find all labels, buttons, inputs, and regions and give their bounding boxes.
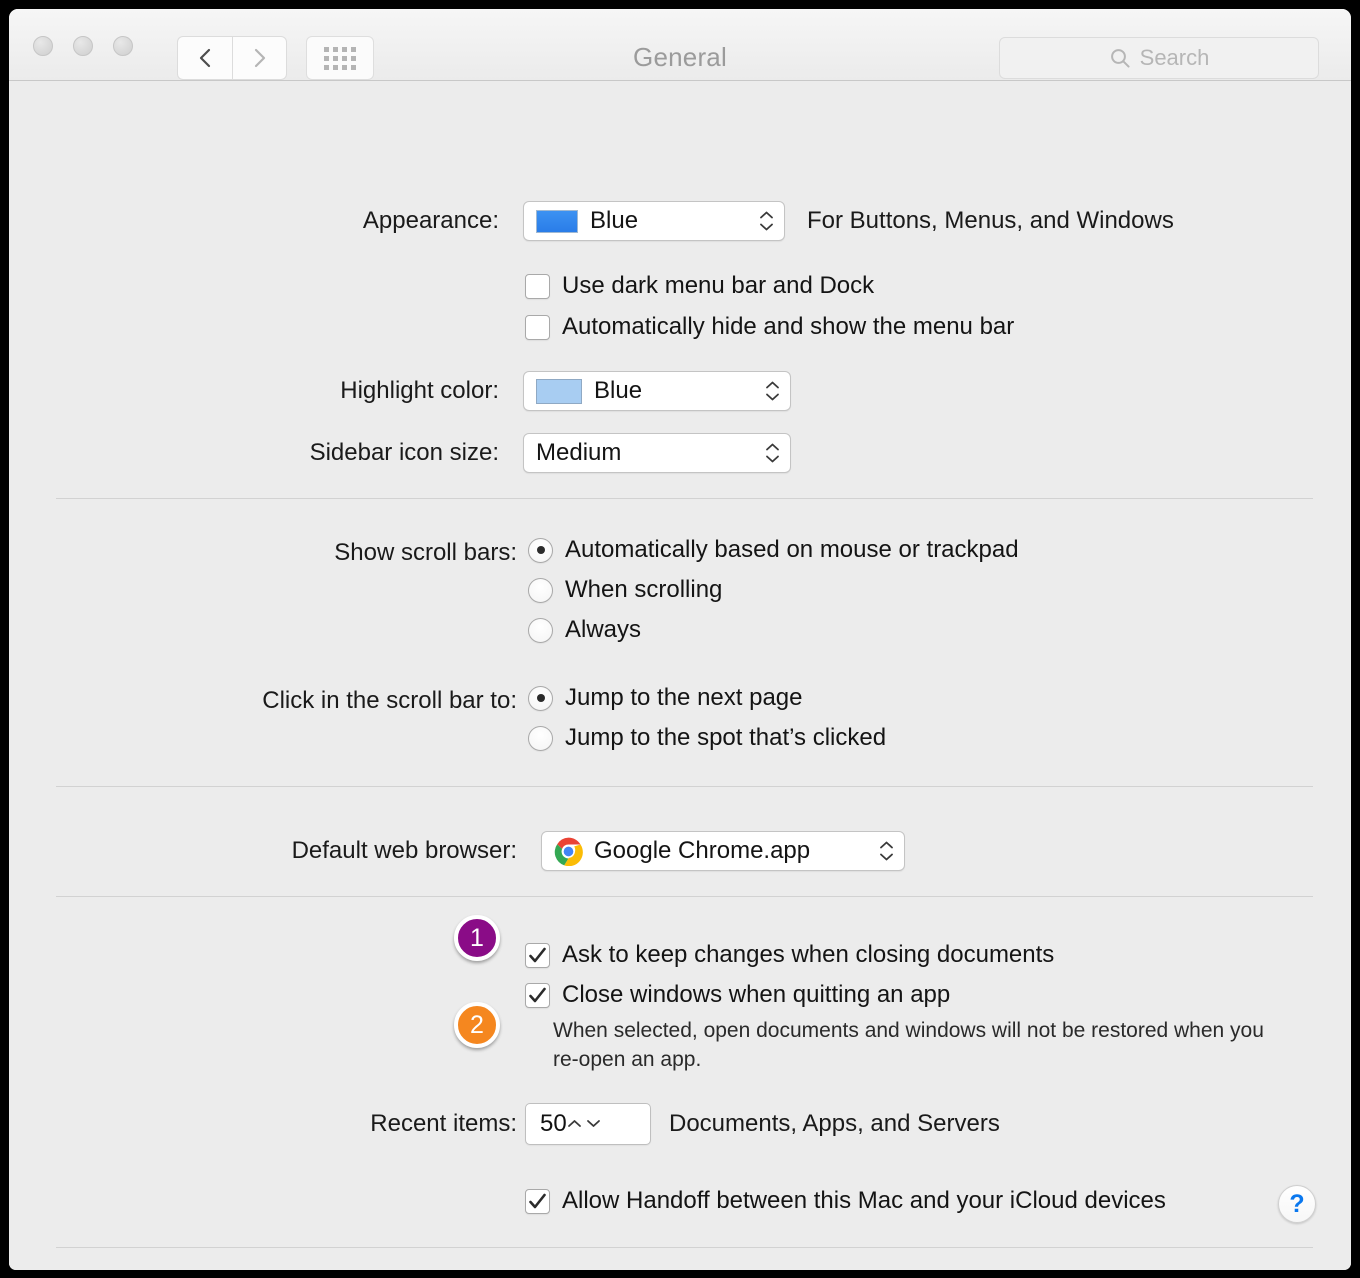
show-scroll-bars-label: Show scroll bars: — [297, 539, 517, 567]
appearance-label: Appearance: — [339, 207, 499, 235]
sidebar-icon-size-label: Sidebar icon size: — [294, 439, 499, 467]
radio-label: Jump to the next page — [565, 684, 803, 712]
help-button[interactable]: ? — [1278, 1185, 1316, 1223]
highlight-color-swatch — [536, 379, 582, 404]
recent-items-stepper[interactable]: 50 — [525, 1103, 651, 1145]
checkbox-close-windows-quitting[interactable]: Close windows when quitting an app — [525, 981, 950, 1009]
checkbox-box[interactable] — [525, 315, 550, 340]
checkbox-label: Automatically hide and show the menu bar — [562, 313, 1014, 341]
radio-button[interactable] — [528, 726, 553, 751]
checkmark-icon — [528, 947, 547, 964]
section-divider-1 — [56, 498, 1313, 499]
checkbox-label: Allow Handoff between this Mac and your … — [562, 1187, 1166, 1215]
chevron-updown-icon — [765, 381, 780, 402]
checkbox-auto-hide-menu-bar[interactable]: Automatically hide and show the menu bar — [525, 313, 1014, 341]
checkbox-label: Use dark menu bar and Dock — [562, 272, 874, 300]
highlight-color-popup-button[interactable]: Blue — [523, 371, 791, 411]
search-input[interactable]: Search — [999, 37, 1319, 79]
appearance-row: Appearance: Blue For Buttons, Menus, and… — [339, 201, 1174, 241]
annotation-badge-1: 1 — [454, 915, 500, 961]
annotation-badge-2: 2 — [454, 1002, 500, 1048]
chevron-updown-icon — [759, 211, 774, 232]
checkbox-use-dark-menu-bar[interactable]: Use dark menu bar and Dock — [525, 272, 874, 300]
recent-items-label: Recent items: — [339, 1110, 517, 1138]
appearance-trailing-text: For Buttons, Menus, and Windows — [807, 207, 1174, 235]
highlight-color-row: Highlight color: Blue — [322, 371, 791, 411]
section-divider-4 — [56, 1247, 1313, 1248]
checkbox-box[interactable] — [525, 943, 550, 968]
recent-items-trailing-text: Documents, Apps, and Servers — [669, 1110, 1000, 1138]
radio-label: Automatically based on mouse or trackpad — [565, 536, 1019, 564]
highlight-color-label: Highlight color: — [322, 377, 499, 405]
checkmark-icon — [528, 1193, 547, 1210]
system-preferences-window: General Search Appearance: Blue For Butt… — [9, 9, 1351, 1270]
default-web-browser-value: Google Chrome.app — [594, 837, 810, 865]
radio-scrollbar-when-scrolling[interactable]: When scrolling — [528, 576, 722, 604]
recent-items-value: 50 — [540, 1110, 567, 1138]
radio-jump-next-page[interactable]: Jump to the next page — [528, 684, 803, 712]
checkbox-label: Close windows when quitting an app — [562, 981, 950, 1009]
help-glyph: ? — [1289, 1190, 1304, 1219]
window-toolbar: General Search — [9, 9, 1351, 81]
default-web-browser-label: Default web browser: — [245, 837, 517, 865]
radio-label: When scrolling — [565, 576, 722, 604]
radio-label: Jump to the spot that’s clicked — [565, 724, 886, 752]
chevron-updown-icon — [765, 443, 780, 464]
checkbox-allow-handoff[interactable]: Allow Handoff between this Mac and your … — [525, 1187, 1166, 1215]
appearance-color-swatch — [536, 210, 578, 233]
radio-button[interactable] — [528, 618, 553, 643]
checkbox-box[interactable] — [525, 983, 550, 1008]
section-divider-2 — [56, 786, 1313, 787]
recent-items-row: Recent items: 50 Documents, Apps, and Se… — [339, 1103, 1000, 1145]
checkbox-ask-to-keep-changes[interactable]: Ask to keep changes when closing documen… — [525, 941, 1054, 969]
chrome-icon — [554, 837, 583, 866]
chevron-updown-icon[interactable] — [567, 1115, 601, 1133]
radio-button[interactable] — [528, 686, 553, 711]
radio-label: Always — [565, 616, 641, 644]
sidebar-icon-size-row: Sidebar icon size: Medium — [294, 433, 791, 473]
checkbox-box[interactable] — [525, 274, 550, 299]
radio-jump-to-spot[interactable]: Jump to the spot that’s clicked — [528, 724, 886, 752]
checkbox-label: Ask to keep changes when closing documen… — [562, 941, 1054, 969]
annotation-badge-number: 2 — [470, 1011, 484, 1040]
default-web-browser-popup-button[interactable]: Google Chrome.app — [541, 831, 905, 871]
appearance-value: Blue — [590, 207, 638, 235]
chevron-updown-icon — [879, 841, 894, 862]
annotation-badge-number: 1 — [470, 924, 484, 953]
sidebar-icon-size-popup-button[interactable]: Medium — [523, 433, 791, 473]
search-icon — [1109, 47, 1131, 69]
radio-scrollbar-automatic[interactable]: Automatically based on mouse or trackpad — [528, 536, 1019, 564]
checkmark-icon — [528, 987, 547, 1004]
checkbox-box[interactable] — [525, 1189, 550, 1214]
click-scroll-bar-label: Click in the scroll bar to: — [209, 687, 517, 715]
radio-button[interactable] — [528, 578, 553, 603]
restore-windows-help-text: When selected, open documents and window… — [553, 1016, 1293, 1074]
preferences-content: Appearance: Blue For Buttons, Menus, and… — [9, 81, 1351, 1270]
highlight-color-value: Blue — [594, 377, 642, 405]
search-placeholder: Search — [1140, 45, 1210, 71]
sidebar-icon-size-value: Medium — [536, 439, 621, 467]
radio-button[interactable] — [528, 538, 553, 563]
default-web-browser-row: Default web browser: Google Chrome.app — [245, 831, 905, 871]
appearance-popup-button[interactable]: Blue — [523, 201, 785, 241]
section-divider-3 — [56, 896, 1313, 897]
radio-scrollbar-always[interactable]: Always — [528, 616, 641, 644]
